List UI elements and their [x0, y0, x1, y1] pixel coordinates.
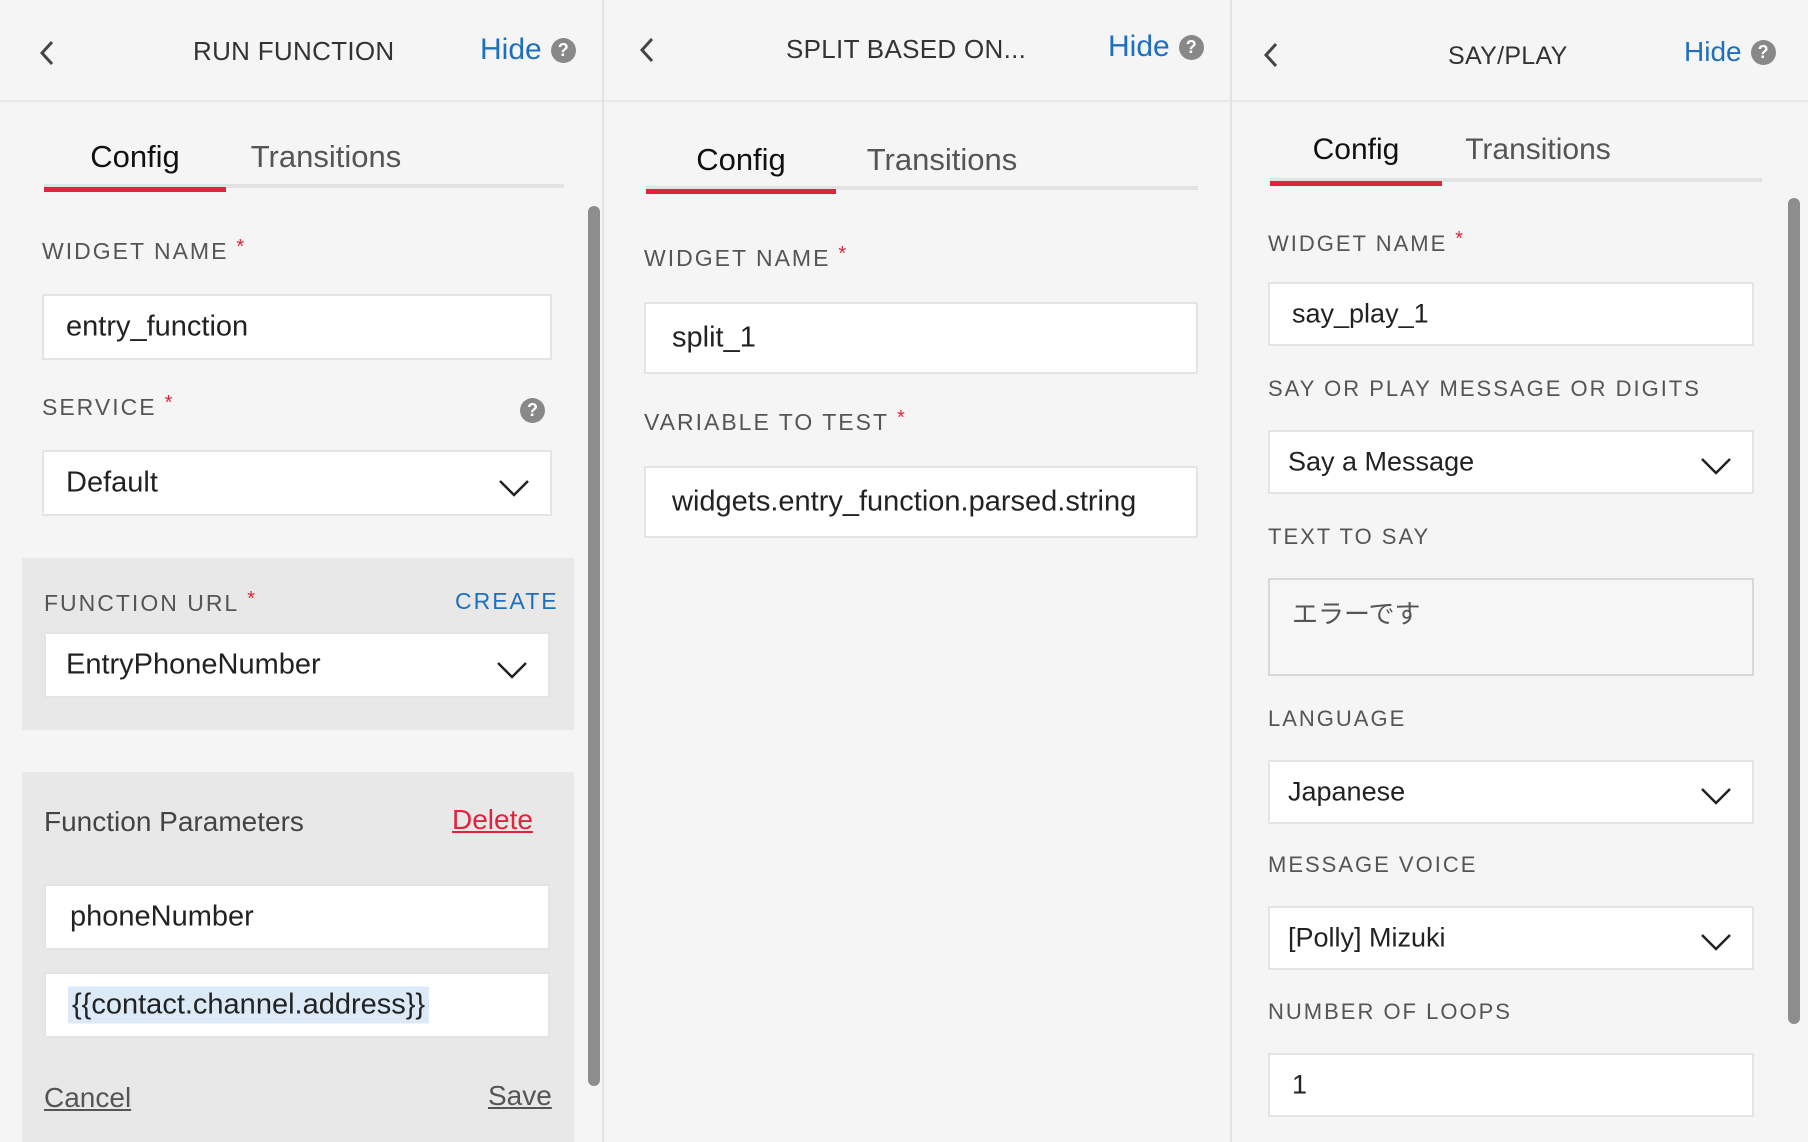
widget-name-label: WIDGET NAME *	[42, 236, 245, 264]
save-button[interactable]: Save	[488, 1080, 552, 1112]
tab-config[interactable]: Config	[1270, 122, 1442, 186]
widget-name-field[interactable]: say_play_1	[1268, 282, 1754, 346]
say-or-play-label: SAY OR PLAY MESSAGE OR DIGITS	[1268, 376, 1701, 401]
tab-bar: Config Transitions	[646, 130, 1198, 194]
hide-button[interactable]: Hide?	[1108, 30, 1204, 64]
service-help-icon[interactable]: ?	[520, 398, 545, 423]
number-of-loops-field[interactable]: 1	[1268, 1053, 1754, 1117]
tab-config[interactable]: Config	[646, 130, 836, 194]
say-play-panel: SAY/PLAY Hide? Config Transitions WIDGET…	[1232, 0, 1808, 1142]
language-label: LANGUAGE	[1268, 706, 1407, 731]
widget-name-field[interactable]: entry_function	[42, 294, 552, 360]
say-or-play-select[interactable]: Say a Message	[1268, 430, 1754, 494]
back-chevron-icon[interactable]	[34, 36, 62, 70]
message-voice-label: MESSAGE VOICE	[1268, 852, 1478, 877]
hide-label[interactable]: Hide	[480, 33, 542, 66]
hide-button[interactable]: Hide?	[480, 33, 576, 67]
cancel-button[interactable]: Cancel	[44, 1082, 131, 1114]
chevron-down-icon	[1700, 782, 1732, 805]
tab-transitions[interactable]: Transitions	[856, 130, 1028, 190]
hide-label[interactable]: Hide	[1684, 36, 1742, 67]
panel-header: RUN FUNCTION Hide?	[0, 0, 602, 102]
language-select[interactable]: Japanese	[1268, 760, 1754, 824]
number-of-loops-label: NUMBER OF LOOPS	[1268, 999, 1512, 1024]
tab-transitions[interactable]: Transitions	[244, 128, 408, 188]
panel-header: SAY/PLAY Hide?	[1232, 0, 1808, 102]
text-to-say-textarea[interactable]: エラーです	[1268, 578, 1754, 676]
hide-label[interactable]: Hide	[1108, 30, 1170, 63]
tab-bar: Config Transitions	[1270, 122, 1762, 186]
widget-name-field[interactable]: split_1	[644, 302, 1198, 374]
tab-config[interactable]: Config	[44, 128, 226, 192]
variable-to-test-label: VARIABLE TO TEST *	[644, 407, 905, 435]
variable-to-test-field[interactable]: widgets.entry_function.parsed.string	[644, 466, 1198, 538]
scrollbar[interactable]	[1788, 198, 1800, 1024]
widget-name-label: WIDGET NAME *	[644, 243, 847, 271]
function-parameters-label: Function Parameters	[44, 806, 304, 837]
function-url-label: FUNCTION URL *	[44, 588, 256, 616]
panel-title: SPLIT BASED ON...	[786, 34, 1027, 64]
split-panel: SPLIT BASED ON... Hide? Config Transitio…	[604, 0, 1232, 1142]
text-to-say-label: TEXT TO SAY	[1268, 524, 1431, 549]
panel-title: RUN FUNCTION	[193, 36, 395, 66]
help-icon[interactable]: ?	[1178, 35, 1204, 60]
delete-link[interactable]: Delete	[452, 804, 533, 836]
hide-button[interactable]: Hide?	[1684, 36, 1776, 68]
message-voice-select[interactable]: [Polly] Mizuki	[1268, 906, 1754, 970]
param-value-field[interactable]: {{contact.channel.address}}	[44, 972, 550, 1038]
scrollbar[interactable]	[588, 206, 600, 1086]
panel-header: SPLIT BASED ON... Hide?	[604, 0, 1230, 102]
widget-name-label: WIDGET NAME *	[1268, 228, 1464, 256]
param-key-field[interactable]: phoneNumber	[44, 884, 550, 950]
panel-title: SAY/PLAY	[1448, 42, 1568, 70]
service-select[interactable]: Default	[42, 450, 552, 516]
chevron-down-icon	[496, 655, 528, 679]
tab-bar: Config Transitions	[44, 128, 564, 192]
help-icon[interactable]: ?	[1750, 40, 1776, 65]
chevron-down-icon	[1700, 452, 1732, 475]
service-label: SERVICE *	[42, 392, 173, 420]
back-chevron-icon[interactable]	[634, 33, 662, 67]
chevron-down-icon	[1700, 928, 1732, 951]
create-link[interactable]: CREATE	[455, 588, 559, 615]
help-icon[interactable]: ?	[550, 38, 576, 63]
tab-transitions[interactable]: Transitions	[1456, 122, 1620, 182]
function-url-select[interactable]: EntryPhoneNumber	[44, 632, 550, 698]
back-chevron-icon[interactable]	[1258, 38, 1286, 72]
chevron-down-icon	[498, 473, 530, 497]
run-function-panel: RUN FUNCTION Hide? Config Transitions WI…	[0, 0, 604, 1142]
